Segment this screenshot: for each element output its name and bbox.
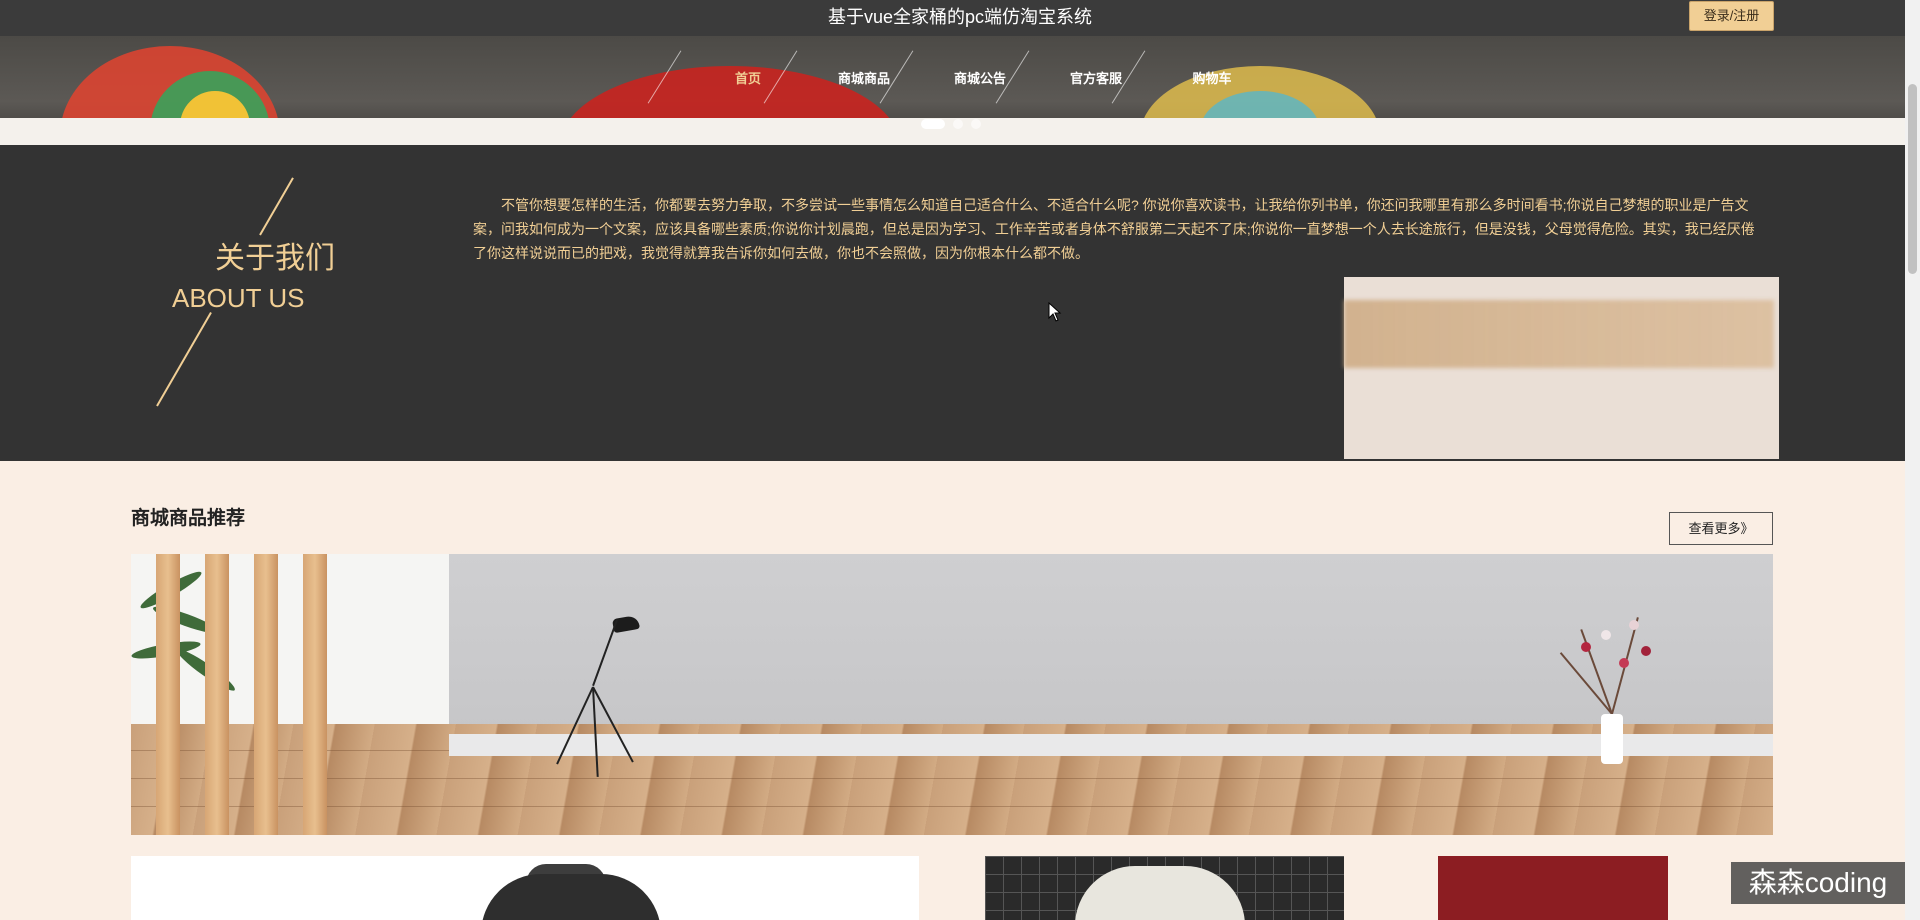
wood-slat (254, 554, 278, 835)
wood-slat (303, 554, 327, 835)
banner-skirting (449, 734, 1773, 756)
about-title-cn: 关于我们 (215, 242, 335, 275)
floor-plank-line (131, 806, 1773, 807)
video-blur-strip (1344, 300, 1774, 368)
main-nav: 首页 商城商品 商城公告 官方客服 购物车 (647, 36, 1270, 118)
nav-item-label: 官方客服 (1069, 70, 1122, 86)
top-bar: 基于vue全家桶的pc端仿淘宝系统 登录/注册 (0, 0, 1905, 36)
flower (1641, 646, 1651, 656)
nav-item-products[interactable]: 商城商品 (763, 49, 922, 104)
wood-slat (156, 554, 180, 835)
floor-plank-line (131, 778, 1773, 779)
products-banner-image[interactable] (131, 554, 1773, 835)
about-title-en: ABOUT US (172, 283, 305, 313)
nav-item-label: 商城商品 (837, 70, 890, 86)
flower (1581, 642, 1591, 652)
flower-vase (1601, 714, 1623, 764)
nav-item-label: 首页 (734, 70, 761, 86)
about-decor-line-bottom (156, 311, 212, 407)
carousel-dot[interactable] (921, 119, 945, 129)
product-card[interactable] (985, 856, 1344, 920)
nav-item-label: 购物车 (1192, 70, 1232, 86)
about-body-text: 不管你想要怎样的生活，你都要去努力争取，不多尝试一些事情怎么知道自己适合什么、不… (473, 197, 1755, 261)
flower (1619, 658, 1629, 668)
hero-carousel: 首页 商城商品 商城公告 官方客服 购物车 (0, 36, 1905, 145)
nav-item-customer-service[interactable]: 官方客服 (995, 49, 1154, 104)
flower (1629, 620, 1639, 630)
page-scrollbar[interactable] (1905, 0, 1920, 920)
mouse-cursor-icon (1048, 302, 1062, 322)
products-section-title: 商城商品推荐 (131, 508, 246, 529)
nav-item-label: 商城公告 (953, 70, 1006, 86)
banner-wall (449, 554, 1773, 734)
nav-item-home[interactable]: 首页 (647, 49, 806, 104)
watermark: 森森coding (1731, 862, 1905, 904)
product-card[interactable] (1438, 856, 1668, 920)
carousel-indicators (921, 119, 981, 129)
scrollbar-thumb[interactable] (1908, 84, 1917, 274)
product-image-bag (481, 874, 661, 920)
about-decor-line-top (259, 177, 294, 236)
login-register-button[interactable]: 登录/注册 (1689, 1, 1774, 31)
site-title: 基于vue全家桶的pc端仿淘宝系统 (827, 7, 1093, 27)
flower (1601, 630, 1611, 640)
products-section: 商城商品推荐 查看更多》 (0, 461, 1905, 920)
nav-item-cart[interactable]: 购物车 (1111, 49, 1270, 104)
carousel-dot[interactable] (971, 119, 981, 129)
product-card[interactable] (131, 856, 919, 920)
wood-slat (205, 554, 229, 835)
nav-item-announcements[interactable]: 商城公告 (879, 49, 1038, 104)
view-more-button[interactable]: 查看更多》 (1669, 512, 1773, 545)
carousel-dot[interactable] (953, 119, 963, 129)
